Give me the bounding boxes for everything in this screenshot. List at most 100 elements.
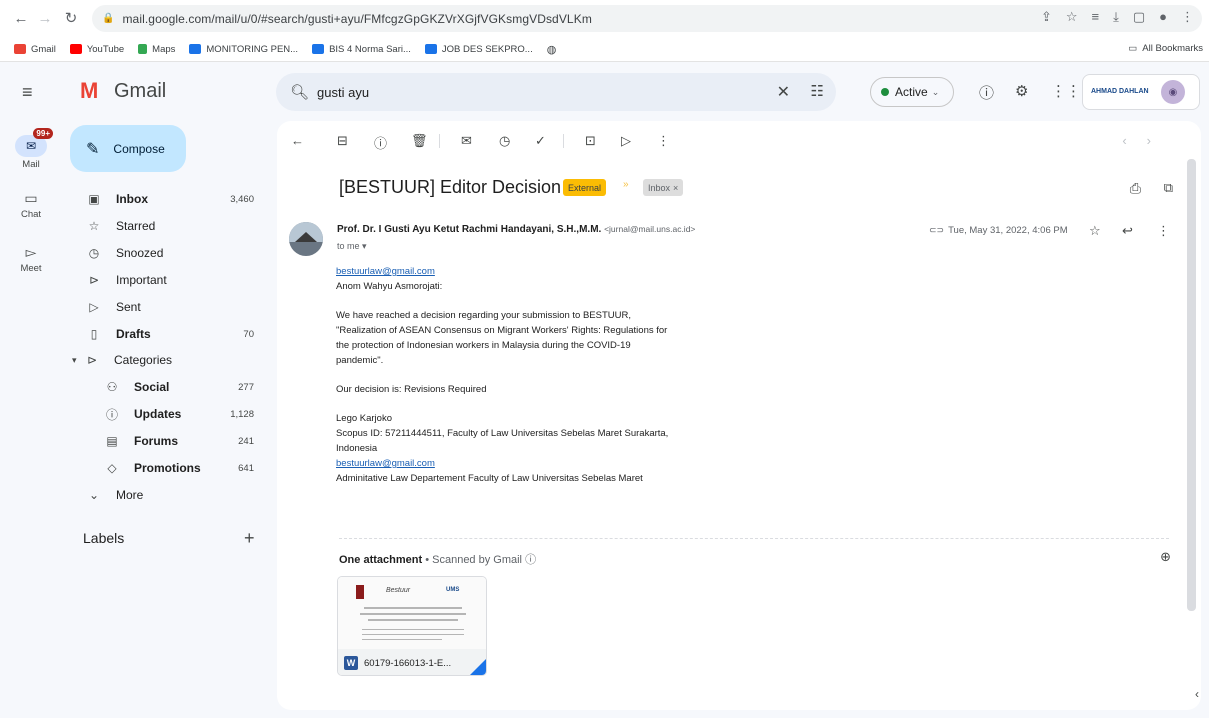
browser-toolbar: ← → ↻ 🔒 mail.google.com/mail/u/0/#search…: [0, 0, 1209, 37]
sidebar-item-important[interactable]: ⊳ Important: [70, 267, 266, 293]
download-icon[interactable]: ⤓: [1113, 9, 1119, 25]
more-vert-icon[interactable]: ⋮: [657, 133, 670, 149]
info-icon[interactable]: ⓘ: [525, 554, 536, 566]
add-task-icon[interactable]: ✓: [535, 133, 546, 149]
maps-pin-icon: [138, 44, 148, 54]
reading-list-icon[interactable]: ≡: [1092, 9, 1100, 25]
browser-menu-icon[interactable]: ⋮: [1181, 9, 1194, 25]
sidebar-item-more[interactable]: ⌄ More: [70, 482, 266, 508]
back-arrow-icon[interactable]: ←: [291, 133, 304, 148]
sidebar-item-starred[interactable]: ☆ Starred: [70, 213, 266, 239]
open-new-window-icon[interactable]: ⧉: [1164, 180, 1173, 196]
compose-label: Compose: [113, 141, 165, 156]
move-to-icon[interactable]: ⊡: [585, 133, 596, 149]
youtube-icon: [69, 44, 82, 54]
account-switcher[interactable]: AHMAD DAHLAN ◉: [1082, 74, 1200, 110]
scrollbar-thumb[interactable]: [1187, 159, 1196, 611]
profile-icon[interactable]: ●: [1159, 9, 1167, 25]
bookmark-bis4[interactable]: BIS 4 Norma Sari...: [312, 44, 411, 55]
avatar[interactable]: ◉: [1161, 80, 1185, 104]
email-panel: ← ⊟ ⓘ 🗑︎ ✉ ◷ ✓ ⊡ ▷ ⋮ ‹› [BESTUUR] Editor…: [277, 121, 1201, 710]
gear-icon[interactable]: ⚙: [1015, 82, 1028, 100]
label-icon: ⊳: [86, 353, 98, 367]
info-icon: ⓘ: [105, 407, 118, 422]
search-icon[interactable]: 🔍︎: [290, 83, 309, 101]
main-menu-icon[interactable]: ≡: [22, 82, 40, 103]
bookmark-maps[interactable]: Maps: [138, 44, 175, 55]
more-vert-icon[interactable]: ⋮: [1157, 223, 1170, 239]
send-icon: ▷: [89, 300, 99, 314]
caret-down-icon: ▾: [362, 241, 367, 251]
sender-avatar[interactable]: [289, 222, 323, 256]
trash-icon[interactable]: 🗑︎: [411, 133, 428, 149]
sidebar-item-snoozed[interactable]: ◷ Snoozed: [70, 240, 266, 266]
print-icon[interactable]: ⎙: [1130, 180, 1141, 197]
mark-unread-icon[interactable]: ✉: [461, 133, 472, 149]
rail-mail[interactable]: ✉ 99+ Mail: [0, 128, 62, 170]
report-spam-icon[interactable]: ⓘ: [374, 133, 387, 152]
sidebar-item-drafts[interactable]: ▯ Drafts 70: [70, 321, 266, 347]
search-options-icon[interactable]: ☷: [811, 82, 824, 100]
address-bar[interactable]: 🔒 mail.google.com/mail/u/0/#search/gusti…: [92, 5, 1202, 32]
reload-icon[interactable]: ↻: [60, 7, 82, 29]
rail-meet-label: Meet: [20, 263, 42, 274]
bookmark-gmail[interactable]: Gmail: [14, 44, 56, 55]
scrollbar[interactable]: [1187, 159, 1196, 689]
signature-email-link[interactable]: bestuurlaw@gmail.com: [336, 458, 435, 469]
share-icon[interactable]: ⇪: [1041, 9, 1052, 25]
side-panel-toggle-icon[interactable]: ‹: [1195, 687, 1199, 701]
sidebar-item-updates[interactable]: ⓘ Updates 1,128: [70, 401, 266, 427]
snooze-icon[interactable]: ◷: [499, 133, 510, 149]
video-icon: ▻: [25, 244, 37, 260]
apps-grid-icon[interactable]: ⋮⋮: [1051, 82, 1081, 100]
importance-marker-icon[interactable]: »: [623, 179, 629, 190]
add-label-icon[interactable]: +: [244, 528, 255, 549]
bookmark-monitoring[interactable]: MONITORING PEN...: [189, 44, 298, 55]
bookmark-star-icon[interactable]: ☆: [1066, 9, 1078, 25]
add-to-drive-icon[interactable]: ⊕: [1160, 549, 1171, 565]
pager-arrows-icon[interactable]: ‹›: [1122, 133, 1171, 148]
search-input[interactable]: [317, 84, 698, 100]
sheets-icon: [189, 44, 202, 54]
bookmark-jobdes[interactable]: JOB DES SEKPRO...: [424, 44, 533, 55]
sender-name[interactable]: Prof. Dr. I Gusti Ayu Ketut Rachmi Handa…: [337, 224, 601, 235]
recipient-dropdown[interactable]: to me ▾: [337, 241, 367, 252]
toolbar-divider: [563, 134, 564, 148]
help-icon[interactable]: ⓘ: [979, 82, 994, 103]
archive-icon[interactable]: ⊟: [337, 133, 348, 149]
sidebar-item-categories[interactable]: ▾ ⊳ Categories: [70, 347, 266, 373]
rail-chat[interactable]: ▭ Chat: [0, 190, 62, 220]
star-icon[interactable]: ☆: [1089, 223, 1101, 239]
reply-icon[interactable]: ↩: [1122, 223, 1133, 239]
folder-icon: ▭: [1128, 43, 1138, 54]
inbox-label-badge[interactable]: Inbox ×: [643, 179, 684, 196]
search-bar[interactable]: 🔍︎ ✕ ☷: [276, 73, 836, 111]
bookmark-web[interactable]: ◍: [547, 43, 557, 56]
rail-meet[interactable]: ▻ Meet: [0, 244, 62, 274]
chevron-down-icon: ⌄: [931, 86, 940, 97]
bookmark-youtube[interactable]: YouTube: [69, 44, 124, 55]
gmail-logo[interactable]: M Gmail: [80, 78, 166, 104]
document-logo-icon: [356, 585, 364, 599]
sidebar-item-promotions[interactable]: ◇ Promotions 641: [70, 455, 266, 481]
gmail-icon: [14, 44, 26, 54]
gmail-m-icon: M: [80, 78, 99, 103]
sender-email: <jurnal@mail.uns.ac.id>: [604, 224, 696, 234]
sidebar-item-inbox[interactable]: ▣ Inbox 3,460: [70, 186, 266, 212]
close-icon[interactable]: ×: [673, 183, 678, 193]
status-dropdown[interactable]: Active ⌄: [870, 77, 954, 107]
close-icon[interactable]: ✕: [777, 82, 790, 102]
sidebar-item-social[interactable]: ⚇ Social 277: [70, 374, 266, 400]
url-text[interactable]: mail.google.com/mail/u/0/#search/gusti+a…: [122, 12, 591, 26]
sidebar-item-forums[interactable]: ▤ Forums 241: [70, 428, 266, 454]
attachment-card[interactable]: Bestuur UMS W 60179-166013-1-E...: [337, 576, 487, 676]
all-bookmarks[interactable]: ▭ All Bookmarks: [1128, 43, 1203, 54]
forward-arrow-icon[interactable]: →: [34, 7, 56, 29]
side-panel-icon[interactable]: ▢: [1133, 9, 1145, 25]
back-arrow-icon[interactable]: ←: [10, 7, 32, 29]
compose-button[interactable]: ✎ Compose: [70, 125, 186, 172]
email-body: bestuurlaw@gmail.com Anom Wahyu Asmoroja…: [336, 264, 756, 486]
sidebar-item-sent[interactable]: ▷ Sent: [70, 294, 266, 320]
recipient-email-link[interactable]: bestuurlaw@gmail.com: [336, 266, 435, 277]
label-icon[interactable]: ▷: [621, 133, 631, 149]
